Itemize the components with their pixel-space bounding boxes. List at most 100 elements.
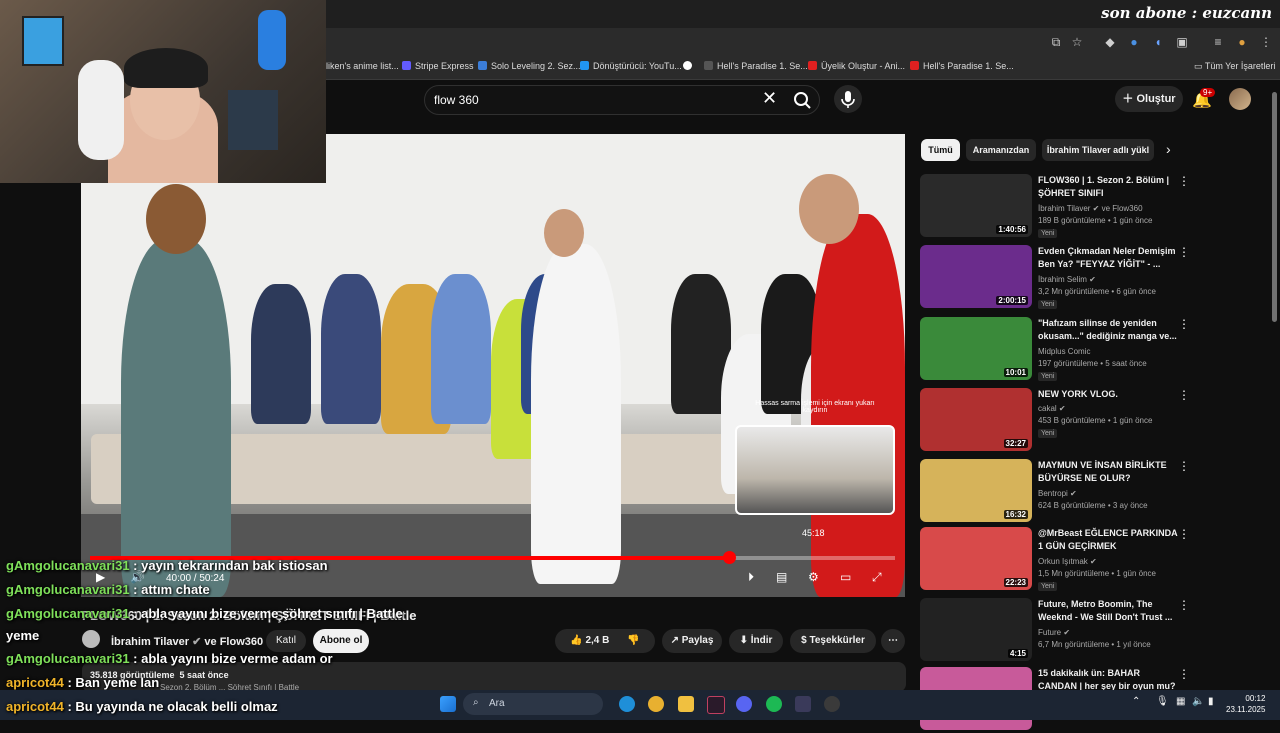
recommendation-title[interactable]: MAYMUN VE İNSAN BİRLİKTE BÜYÜRSE NE OLUR…: [1038, 459, 1178, 485]
video-thumbnail[interactable]: 4:15: [920, 598, 1032, 661]
close-icon[interactable]: ✕: [762, 88, 777, 109]
recommendation-item[interactable]: 16:32 MAYMUN VE İNSAN BİRLİKTE BÜYÜRSE NE…: [920, 459, 1200, 525]
discord-icon[interactable]: [736, 696, 752, 712]
download-button[interactable]: ⬇ İndir: [729, 629, 783, 653]
bookmark-item[interactable]: Üyelik Oluştur - Ani...: [808, 61, 905, 71]
more-actions-button[interactable]: ⋯: [881, 629, 905, 653]
mic-icon[interactable]: 🎙: [1156, 696, 1169, 707]
share-button[interactable]: ↗ Paylaş: [662, 629, 722, 653]
avatar[interactable]: [1229, 88, 1251, 110]
kebab-menu-icon[interactable]: ⋮: [1178, 317, 1190, 331]
recommendation-title[interactable]: FLOW360 | 1. Sezon 2. Bölüm | ŞÖHRET SIN…: [1038, 174, 1178, 200]
volume-icon[interactable]: 🔈: [1192, 696, 1204, 707]
kebab-menu-icon[interactable]: ⋮: [1178, 667, 1190, 681]
autoplay-icon[interactable]: ⏵: [748, 570, 754, 585]
thumbs-up-icon[interactable]: 👍: [570, 635, 585, 646]
kebab-menu-icon[interactable]: ⋮: [1178, 245, 1190, 259]
video-player[interactable]: [81, 134, 905, 597]
chrome-icon[interactable]: [648, 696, 664, 712]
recommendation-title[interactable]: "Hafızam silinse de yeniden okusam..." d…: [1038, 317, 1178, 343]
video-thumbnail[interactable]: 32:27: [920, 388, 1032, 451]
puzzle-icon[interactable]: ▣: [1174, 34, 1190, 50]
recommendation-channel[interactable]: İbrahim Selim ✔: [1038, 275, 1096, 284]
kebab-menu-icon[interactable]: ⋮: [1178, 598, 1190, 612]
mic-button[interactable]: [834, 85, 862, 113]
bookmark-item[interactable]: Hell's Paradise 1. Se...: [910, 61, 1014, 71]
bookmark-item[interactable]: Stripe Express: [402, 61, 474, 71]
subscribe-button[interactable]: Abone ol: [313, 629, 369, 653]
video-thumbnail[interactable]: 1:40:56: [920, 174, 1032, 237]
recommendation-channel[interactable]: İbrahim Tilaver ✔ ve Flow360: [1038, 204, 1143, 213]
recommendation-item[interactable]: 10:01 "Hafızam silinse de yeniden okusam.…: [920, 317, 1200, 383]
kebab-menu-icon[interactable]: ⋮: [1258, 34, 1274, 50]
windows-start-icon[interactable]: [440, 696, 456, 712]
network-icon[interactable]: ▦: [1176, 696, 1185, 707]
kebab-menu-icon[interactable]: ⋮: [1178, 459, 1190, 473]
recommendation-item[interactable]: 22:23 @MrBeast EĞLENCE PARKINDA 1 GÜN GEÇ…: [920, 527, 1200, 593]
bookmark-item[interactable]: [683, 61, 696, 71]
create-button[interactable]: ＋ Oluştur: [1115, 86, 1183, 112]
recommendation-item[interactable]: 4:15 Future, Metro Boomin, The Weeknd - W…: [920, 598, 1200, 664]
like-dislike-group[interactable]: 👍 2,4 B 👎: [555, 629, 655, 653]
recommendation-item[interactable]: 1:40:56 FLOW360 | 1. Sezon 2. Bölüm | ŞÖH…: [920, 174, 1200, 240]
recommendation-channel[interactable]: Bentropi ✔: [1038, 489, 1077, 498]
bookmark-item[interactable]: Hell's Paradise 1. Se...: [704, 61, 808, 71]
extension-icon[interactable]: ◆: [1102, 34, 1118, 50]
profile-icon[interactable]: ●: [1234, 34, 1250, 50]
chevron-up-icon[interactable]: ⌃: [1132, 696, 1140, 707]
recommendation-title[interactable]: Evden Çıkmadan Neler Demişim Ben Ya? "FE…: [1038, 245, 1178, 271]
app-icon[interactable]: [707, 696, 725, 714]
thumbs-down-icon[interactable]: 👎: [627, 635, 639, 646]
video-thumbnail[interactable]: 2:00:15: [920, 245, 1032, 308]
extension-icon[interactable]: ●: [1126, 34, 1142, 50]
recommendation-channel[interactable]: Orkun Işıtmak ✔: [1038, 557, 1097, 566]
spotify-icon[interactable]: [766, 696, 782, 712]
obs-icon[interactable]: [824, 696, 840, 712]
bookmark-item[interactable]: Solo Leveling 2. Sez...: [478, 61, 581, 71]
chevron-right-icon[interactable]: ›: [1166, 141, 1171, 157]
recommendation-channel[interactable]: Midplus Comic: [1038, 347, 1090, 356]
kebab-menu-icon[interactable]: ⋮: [1178, 388, 1190, 402]
battery-icon[interactable]: ▮: [1208, 696, 1214, 707]
recommendation-item[interactable]: 32:27 NEW YORK VLOG. cakal ✔ 453 B görüntül…: [920, 388, 1200, 454]
chip-all[interactable]: Tümü: [921, 139, 960, 161]
audio-icon[interactable]: ◖: [1150, 34, 1166, 50]
recommendation-title[interactable]: NEW YORK VLOG.: [1038, 388, 1178, 401]
search-box[interactable]: [424, 85, 820, 115]
recommendation-channel[interactable]: cakal ✔: [1038, 404, 1066, 413]
bookmark-item[interactable]: liken's anime list...: [326, 61, 399, 71]
menu-list-icon[interactable]: ≡: [1210, 34, 1226, 50]
folder-icon[interactable]: [678, 696, 694, 712]
bookmark-item[interactable]: Dönüştürücü: YouTu...: [580, 61, 682, 71]
gear-icon[interactable]: ⚙: [808, 570, 819, 584]
channel-name[interactable]: İbrahim Tilaver ✔ ve Flow360: [111, 635, 263, 648]
kebab-menu-icon[interactable]: ⋮: [1178, 174, 1190, 188]
app-icon[interactable]: [795, 696, 811, 712]
fullscreen-icon[interactable]: ⤢: [872, 570, 882, 585]
channel-avatar[interactable]: [82, 630, 100, 648]
thanks-button[interactable]: $ Teşekkürler: [790, 629, 876, 653]
star-icon[interactable]: ☆: [1069, 34, 1085, 50]
edge-icon[interactable]: [619, 696, 635, 712]
miniplayer-icon[interactable]: ▭: [840, 570, 851, 584]
recommendation-channel[interactable]: Future ✔: [1038, 628, 1070, 637]
scrollbar[interactable]: [1272, 92, 1277, 322]
video-thumbnail[interactable]: 22:23: [920, 527, 1032, 590]
search-input[interactable]: flow 360: [434, 93, 479, 107]
recommendation-title[interactable]: @MrBeast EĞLENCE PARKINDA 1 GÜN GEÇİRMEK: [1038, 527, 1178, 553]
kebab-menu-icon[interactable]: ⋮: [1178, 527, 1190, 541]
all-bookmarks[interactable]: ▭ Tüm Yer İşaretleri: [1194, 61, 1275, 72]
clock[interactable]: 00:12 23.11.2025: [1226, 693, 1265, 715]
join-button[interactable]: Katıl: [266, 630, 306, 652]
taskbar-search[interactable]: ⌕ Ara: [463, 693, 603, 715]
chip-related[interactable]: Aramanızdan: [966, 139, 1036, 161]
video-thumbnail[interactable]: 16:32: [920, 459, 1032, 522]
progress-scrubber[interactable]: [722, 551, 736, 564]
recommendation-title[interactable]: Future, Metro Boomin, The Weeknd - We St…: [1038, 598, 1178, 624]
subtitles-icon[interactable]: ▤: [776, 570, 787, 584]
video-thumbnail[interactable]: 10:01: [920, 317, 1032, 380]
recommendation-item[interactable]: 2:00:15 Evden Çıkmadan Neler Demişim Ben …: [920, 245, 1200, 311]
search-button[interactable]: [786, 86, 820, 114]
chip-channel[interactable]: İbrahim Tilaver adlı yükl: [1042, 139, 1154, 161]
cast-icon[interactable]: ⧉: [1048, 34, 1064, 50]
